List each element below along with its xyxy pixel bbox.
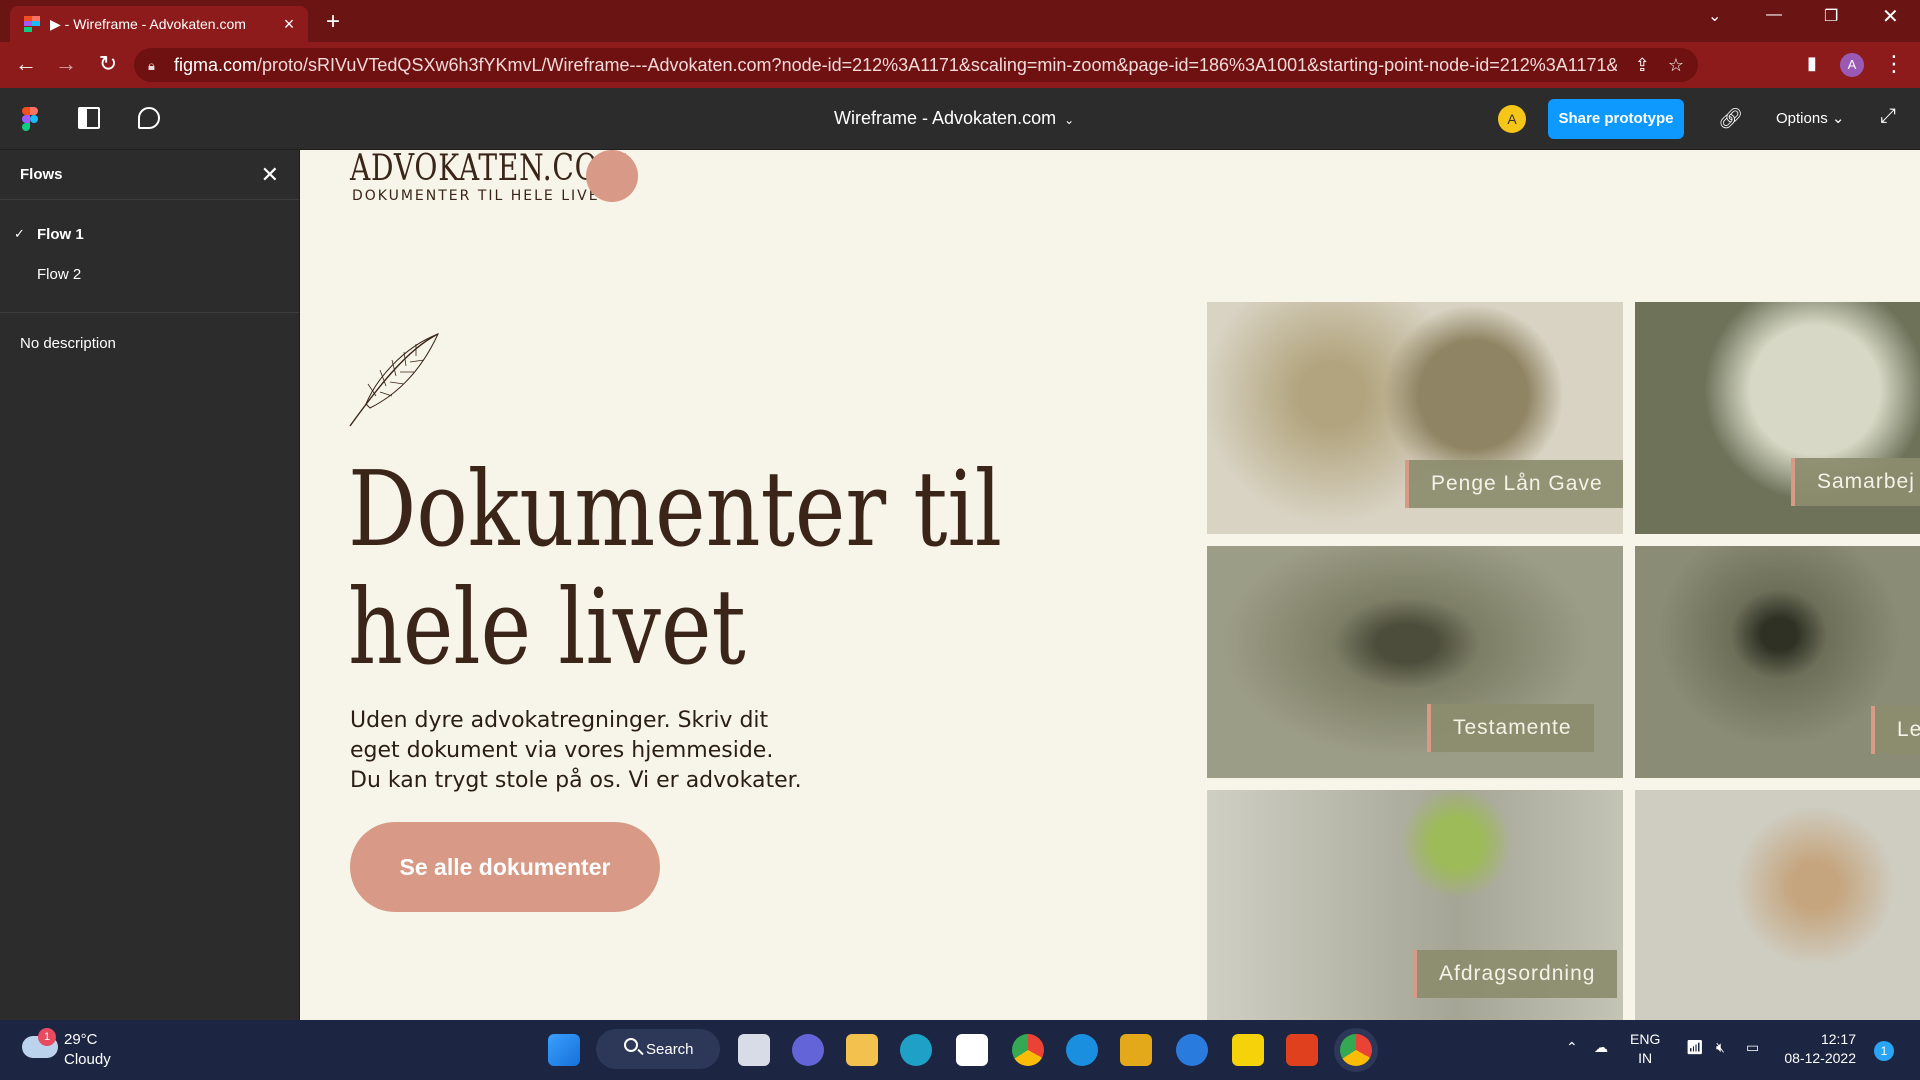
tab-title: ▶ - Wireframe - Advokaten.com — [50, 15, 246, 32]
brand-tagline: DOKUMENTER TIL HELE LIVET — [352, 188, 611, 204]
start-icon[interactable] — [548, 1034, 580, 1066]
url-field[interactable]: 🔒︎ figma.com/proto/sRIVuVTedQSXw6h3fYKmv… — [134, 48, 1698, 82]
prototype-canvas[interactable]: ADVOKATEN.COM DOKUMENTER TIL HELE LIVET … — [300, 150, 1920, 1020]
keyboard-region: IN — [1638, 1050, 1653, 1066]
notification-badge[interactable]: 1 — [1874, 1041, 1894, 1061]
document-title[interactable]: Wireframe - Advokaten.com ⌄ — [834, 108, 1074, 129]
office-icon[interactable] — [1286, 1034, 1318, 1066]
browser-tab[interactable]: ▶ - Wireframe - Advokaten.com × — [10, 6, 308, 42]
clock-time: 12:17 — [1820, 1031, 1856, 1047]
flow-item-2[interactable]: Flow 2 — [0, 254, 299, 294]
battery-icon[interactable]: ▭ — [1746, 1038, 1759, 1057]
back-icon[interactable]: ← — [12, 51, 40, 77]
figma-favicon-icon — [24, 16, 40, 32]
check-icon: ✓ — [14, 226, 25, 241]
windows-taskbar: 1 29°C Cloudy Search ⌃ ☁︎ ENG IN 📶︎ 🔇︎ ▭… — [0, 1020, 1920, 1080]
tile-label: Penge Lån Gave — [1405, 460, 1623, 508]
bookmark-star-icon[interactable]: ☆ — [1668, 55, 1684, 76]
chevron-down-icon: ⌄ — [1831, 110, 1845, 127]
flow-label: Flow 2 — [37, 265, 82, 283]
file-explorer-icon[interactable] — [846, 1034, 878, 1066]
teams-chat-icon[interactable] — [792, 1034, 824, 1066]
figma-logo-icon[interactable] — [22, 107, 38, 131]
profile-avatar[interactable]: A — [1840, 53, 1864, 77]
document-tile-lease[interactable]: Lej — [1635, 546, 1920, 778]
toggle-sidebar-icon[interactable] — [78, 107, 100, 129]
flows-heading: Flows — [20, 166, 63, 183]
reload-icon[interactable]: ↻ — [94, 51, 122, 77]
task-view-icon[interactable] — [738, 1034, 770, 1066]
document-tile-will[interactable]: Testamente — [1207, 546, 1623, 778]
weather-temp: 29°C — [64, 1031, 98, 1048]
app-icon[interactable] — [1120, 1034, 1152, 1066]
feather-icon — [349, 333, 439, 427]
chrome-icon[interactable] — [1012, 1034, 1044, 1066]
language-code: ENG — [1630, 1031, 1661, 1047]
hero-line-2: hele livet — [348, 566, 746, 688]
comment-icon[interactable] — [138, 107, 160, 129]
flow-label: Flow 1 — [37, 225, 84, 243]
teamviewer-icon[interactable] — [1176, 1034, 1208, 1066]
window-close-icon[interactable]: ✕ — [1882, 4, 1899, 29]
search-icon — [624, 1038, 638, 1052]
browser-menu-icon[interactable]: ⋮ — [1880, 51, 1908, 77]
brand-dot — [586, 150, 638, 202]
tile-label: Testamente — [1427, 704, 1594, 752]
minimize-icon[interactable]: — — [1766, 6, 1782, 24]
see-all-documents-button[interactable]: Se alle dokumenter — [350, 822, 660, 912]
tray-overflow-icon[interactable]: ⌃ — [1566, 1038, 1578, 1057]
document-tile-sixth[interactable] — [1635, 790, 1920, 1020]
flows-sidebar: Flows ✕ ✓ Flow 1 Flow 2 No description — [0, 150, 300, 1020]
flows-header: Flows ✕ — [0, 150, 299, 200]
options-menu[interactable]: Options ⌄ — [1776, 109, 1844, 127]
flow-description: No description — [20, 335, 116, 352]
clock[interactable]: 12:17 08-12-2022 — [1784, 1030, 1856, 1068]
document-tile-gift[interactable]: Penge Lån Gave — [1207, 302, 1623, 534]
user-avatar[interactable]: A — [1498, 105, 1526, 133]
hero-lead-text: Uden dyre advokatregninger. Skriv dit eg… — [350, 708, 802, 793]
lock-icon: 🔒︎ — [148, 58, 155, 73]
chevron-down-icon: ⌄ — [1064, 113, 1075, 127]
document-tile-installment[interactable]: Afdragsordning — [1207, 790, 1623, 1020]
flow-item-1[interactable]: ✓ Flow 1 — [0, 214, 299, 254]
restore-icon[interactable]: ❐ — [1824, 6, 1838, 26]
fullscreen-icon[interactable]: ⤢ — [1880, 105, 1896, 128]
tab-search-chevron-icon[interactable]: ⌄ — [1708, 6, 1721, 26]
weather-badge: 1 — [38, 1028, 56, 1046]
tile-label: Samarbej — [1791, 458, 1920, 506]
document-tile-cooperation[interactable]: Samarbej — [1635, 302, 1920, 534]
tile-label: Afdragsordning — [1413, 950, 1618, 998]
copy-link-icon[interactable]: 🔗︎ — [1718, 106, 1743, 131]
taskbar-search[interactable]: Search — [596, 1029, 720, 1069]
store-icon[interactable] — [956, 1034, 988, 1066]
forward-icon[interactable]: → — [52, 51, 80, 77]
search-label: Search — [646, 1040, 694, 1058]
tile-label: Lej — [1871, 706, 1920, 754]
share-page-icon[interactable]: ⇪ — [1635, 55, 1650, 76]
hero-heading: Dokumenter til hele livet — [348, 450, 1002, 686]
skype-icon[interactable] — [1066, 1034, 1098, 1066]
browser-tab-bar: ▶ - Wireframe - Advokaten.com × + ⌄ — ❐ … — [0, 0, 1920, 42]
share-prototype-button[interactable]: Share prototype — [1548, 99, 1684, 139]
sticky-notes-icon[interactable] — [1232, 1034, 1264, 1066]
wifi-icon[interactable]: 📶︎ — [1686, 1038, 1704, 1057]
tab-close-icon[interactable]: × — [280, 14, 298, 35]
clock-date: 08-12-2022 — [1784, 1050, 1856, 1066]
figma-toolbar: Wireframe - Advokaten.com ⌄ A Share proto… — [0, 88, 1920, 150]
weather-condition: Cloudy — [64, 1051, 111, 1068]
volume-muted-icon[interactable]: 🔇︎ — [1716, 1038, 1725, 1057]
chrome-profile-icon[interactable] — [1340, 1034, 1372, 1066]
url-text: figma.com/proto/sRIVuVTedQSXw6h3fYKmvL/W… — [174, 54, 1617, 75]
new-tab-icon[interactable]: + — [326, 8, 340, 36]
onedrive-icon[interactable]: ☁︎ — [1594, 1038, 1608, 1057]
language-indicator[interactable]: ENG IN — [1630, 1030, 1660, 1068]
hero-line-1: Dokumenter til — [348, 448, 1003, 570]
side-panel-icon[interactable]: ▮ — [1798, 53, 1826, 74]
edge-icon[interactable] — [900, 1034, 932, 1066]
address-bar-row: ← → ↻ 🔒︎ figma.com/proto/sRIVuVTedQSXw6h… — [0, 42, 1920, 88]
close-sidebar-icon[interactable]: ✕ — [261, 162, 279, 188]
